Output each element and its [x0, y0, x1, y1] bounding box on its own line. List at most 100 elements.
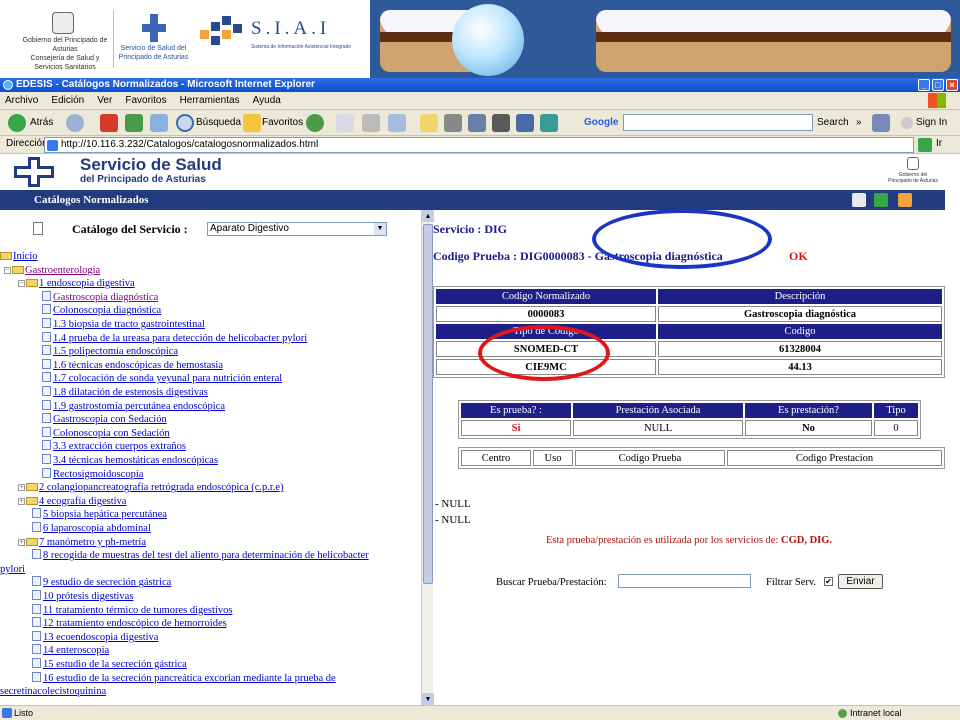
close-button[interactable]: ×: [946, 79, 958, 91]
tree-link[interactable]: 1.8 dilatación de estenosis digestivas: [53, 387, 208, 398]
tree-item[interactable]: 1.9 gastrostomía percutánea endoscópica: [42, 399, 225, 414]
tree-item[interactable]: +7 manómetro y ph-metría: [18, 536, 146, 550]
tree-item[interactable]: Inicio: [0, 250, 38, 264]
star-icon[interactable]: [243, 114, 261, 132]
tree-link[interactable]: 1.6 técnicas endoscópicas de hemostasia: [53, 360, 223, 371]
scroll-thumb[interactable]: [423, 224, 433, 584]
google-search-button[interactable]: Search: [817, 113, 849, 133]
tree-item[interactable]: 13 ecoendoscopia digestiva: [32, 630, 158, 645]
tree-link[interactable]: Gastroscopia con Sedación: [53, 414, 167, 425]
filter-checkbox[interactable]: ✔: [824, 577, 833, 586]
tree-link[interactable]: 1.7 colocación de sonda yeyunal para nut…: [53, 373, 282, 384]
menu-herramientas[interactable]: Herramientas: [175, 92, 245, 110]
tree-item[interactable]: pylori: [0, 563, 25, 577]
tree-link[interactable]: 1.9 gastrostomía percutánea endoscópica: [53, 401, 225, 412]
toolbar-more-button[interactable]: »: [856, 113, 862, 133]
tree-item[interactable]: − 1 endoscopia digestiva: [18, 277, 135, 291]
left-scrollbar[interactable]: ▲ ▼: [421, 210, 434, 705]
tree-item[interactable]: Colonoscopia con Sedación: [42, 426, 170, 441]
tree-item[interactable]: 11 tratamiento térmico de tumores digest…: [32, 603, 232, 618]
tree-link[interactable]: 5 biopsia hepática percutánea: [43, 509, 167, 520]
tree-link[interactable]: 13 ecoendoscopia digestiva: [43, 632, 158, 643]
tree-link[interactable]: 1.5 polipectomía endoscópica: [53, 346, 178, 357]
home-icon[interactable]: [150, 114, 168, 132]
edit-icon[interactable]: [388, 114, 406, 132]
search-icon[interactable]: [176, 114, 194, 132]
research-icon[interactable]: [468, 114, 486, 132]
google-search-input[interactable]: [623, 114, 813, 131]
tree-link[interactable]: Gastroscopia diagnóstica: [53, 292, 158, 303]
stop-icon[interactable]: [100, 114, 118, 132]
catalog-select[interactable]: Aparato Digestivo ▼: [207, 222, 387, 236]
tree-item[interactable]: 3.4 técnicas hemostáticas endoscópicas: [42, 454, 218, 468]
tree-link[interactable]: 11 tratamiento térmico de tumores digest…: [43, 605, 232, 616]
minimize-button[interactable]: _: [918, 79, 930, 91]
tree-item[interactable]: Rectosigmoidoscopia: [42, 467, 143, 482]
expand-icon[interactable]: +: [18, 484, 25, 492]
expand-icon[interactable]: +: [18, 497, 25, 505]
history-icon[interactable]: [306, 114, 324, 132]
tree-link[interactable]: 9 estudio de secreción gástrica: [43, 577, 171, 588]
search-button[interactable]: Búsqueda: [196, 113, 241, 133]
menu-favoritos[interactable]: Favoritos: [120, 92, 171, 110]
tree-link[interactable]: 16 estudio de la secreción pancreática e…: [43, 673, 336, 684]
menu-edicion[interactable]: Edición: [46, 92, 89, 110]
tree-link[interactable]: 3.3 extracción cuerpos extraños: [53, 441, 186, 452]
address-input[interactable]: http://10.116.3.232/Catalogos/catalogosn…: [44, 137, 914, 153]
tree-item[interactable]: Gastroscopia con Sedación: [42, 413, 167, 427]
messenger-icon[interactable]: [492, 114, 510, 132]
search-input[interactable]: [618, 574, 751, 588]
tree-link[interactable]: 12 tratamiento endoscópico de hemorroide…: [43, 618, 227, 629]
menu-archivo[interactable]: Archivo: [0, 92, 43, 110]
tools-icon[interactable]: [874, 193, 888, 207]
menu-ayuda[interactable]: Ayuda: [248, 92, 286, 110]
tree-item[interactable]: 12 tratamiento endoscópico de hemorroide…: [32, 617, 227, 631]
tree-link[interactable]: 8 recogida de muestras del test del alie…: [43, 550, 369, 561]
back-button[interactable]: Atrás: [30, 113, 53, 133]
tree-item[interactable]: 16 estudio de la secreción pancreática e…: [32, 671, 336, 686]
tree-link[interactable]: 10 prótesis digestivas: [43, 591, 133, 602]
tree-link[interactable]: Inicio: [13, 251, 38, 262]
tree-item[interactable]: +2 colangiopancreatografía retrógrada en…: [18, 481, 284, 495]
tools-icon[interactable]: [516, 114, 534, 132]
tree-item[interactable]: 3.3 extracción cuerpos extraños: [42, 440, 186, 454]
tree-link[interactable]: Gastroenterologia: [25, 265, 100, 276]
sign-in-button[interactable]: Sign In: [916, 113, 947, 133]
go-button[interactable]: Ir: [936, 138, 942, 149]
tree-item[interactable]: 9 estudio de secreción gástrica: [32, 576, 171, 590]
home-icon[interactable]: [898, 193, 912, 207]
menu-ver[interactable]: Ver: [92, 92, 117, 110]
back-arrow-icon[interactable]: [8, 114, 26, 132]
tree-item[interactable]: 8 recogida de muestras del test del alie…: [32, 549, 369, 563]
folder-icon[interactable]: [420, 114, 438, 132]
tree-link[interactable]: 1 endoscopia digestiva: [39, 278, 135, 289]
tree-link[interactable]: Colonoscopia con Sedación: [53, 428, 170, 439]
tree-link[interactable]: secretinacolecistoquinina: [0, 686, 106, 697]
tree-item[interactable]: − Gastroenterologia: [4, 264, 100, 278]
forward-arrow-icon[interactable]: [66, 114, 84, 132]
tree-link[interactable]: Rectosigmoidoscopia: [53, 469, 143, 480]
tree-item[interactable]: Gastroscopia diagnóstica: [42, 290, 158, 305]
enviar-button[interactable]: Enviar: [838, 574, 883, 589]
hand-icon[interactable]: [444, 114, 462, 132]
sign-in-icon[interactable]: [901, 117, 913, 129]
tree-item[interactable]: Colonoscopia diagnóstica: [42, 304, 161, 318]
tree-link[interactable]: pylori: [0, 564, 25, 575]
tree-item[interactable]: 1.6 técnicas endoscópicas de hemostasia: [42, 358, 223, 373]
go-arrow-icon[interactable]: [918, 138, 932, 152]
collapse-icon[interactable]: −: [18, 280, 25, 288]
tree-link[interactable]: 1.4 prueba de la ureasa para detección d…: [53, 333, 307, 344]
maximize-button[interactable]: □: [932, 79, 944, 91]
tree-item[interactable]: 6 laparoscopia abdominal: [32, 522, 151, 536]
tree-item[interactable]: 1.4 prueba de la ureasa para detección d…: [42, 331, 307, 346]
expand-icon[interactable]: +: [18, 538, 25, 546]
tree-link[interactable]: 2 colangiopancreatografía retrógrada end…: [39, 482, 284, 493]
mail-icon[interactable]: [852, 193, 866, 207]
tree-item[interactable]: 1.8 dilatación de estenosis digestivas: [42, 386, 208, 400]
refresh-icon[interactable]: [125, 114, 143, 132]
tree-item[interactable]: 15 estudio de la secreción gástrica: [32, 658, 187, 672]
print-icon[interactable]: [362, 114, 380, 132]
tree-item[interactable]: 10 prótesis digestivas: [32, 590, 133, 604]
tree-item[interactable]: +4 ecografía digestiva: [18, 495, 126, 509]
extension-icon[interactable]: [540, 114, 558, 132]
